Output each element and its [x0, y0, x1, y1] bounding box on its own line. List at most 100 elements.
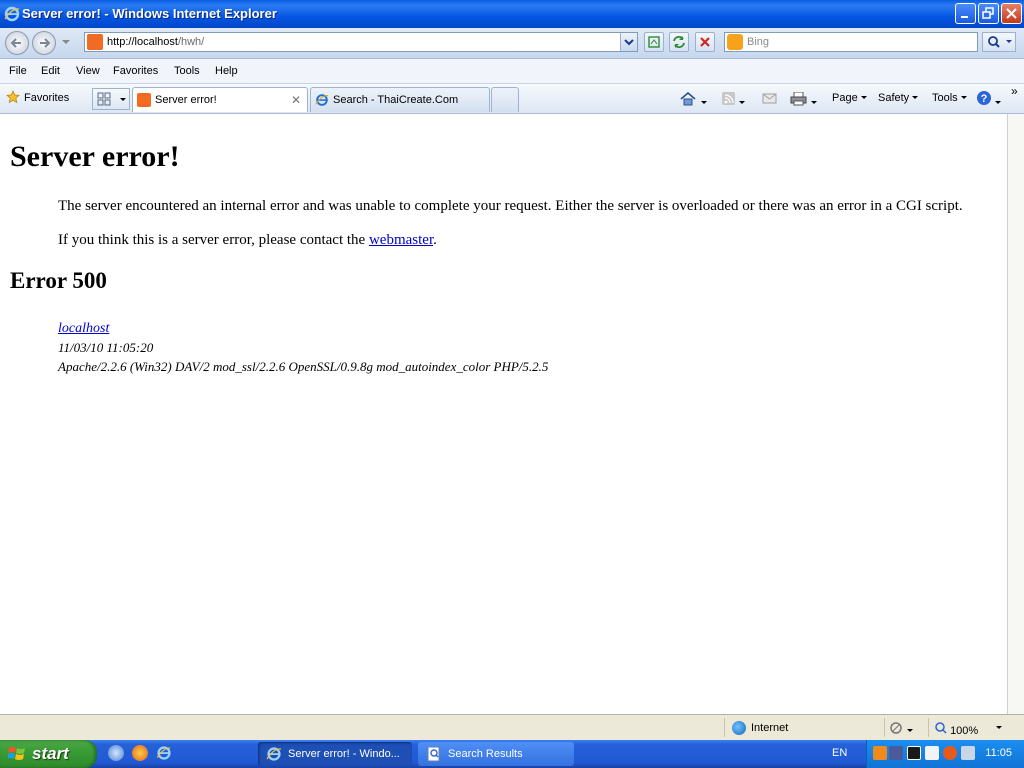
firefox-icon[interactable]	[132, 745, 148, 761]
compatibility-view-button[interactable]	[644, 32, 664, 52]
error-code-heading: Error 500	[10, 268, 107, 293]
restore-icon	[982, 7, 994, 19]
menu-favorites[interactable]: Favorites	[113, 65, 158, 77]
start-label: start	[32, 744, 69, 763]
menu-edit[interactable]: Edit	[41, 65, 60, 77]
close-tab-icon[interactable]: ✕	[291, 93, 301, 107]
tab-label: Search - ThaiCreate.Com	[333, 94, 459, 106]
minimize-button[interactable]	[955, 3, 976, 24]
search-button[interactable]	[982, 32, 1016, 52]
menu-tools[interactable]: Tools	[174, 65, 200, 77]
url-host: http://localhost	[107, 36, 178, 48]
taskbar-item-ie[interactable]: Server error! - Windo...	[258, 742, 412, 766]
page-menu-label: Page	[832, 92, 858, 104]
vertical-scrollbar[interactable]	[1007, 114, 1024, 714]
back-button[interactable]	[5, 31, 29, 55]
tab-server-error[interactable]: Server error! ✕	[132, 87, 308, 112]
status-divider	[884, 718, 885, 737]
address-dropdown-button[interactable]	[620, 33, 637, 51]
search-input[interactable]: Bing	[724, 32, 978, 52]
tools-menu-button[interactable]: Tools	[932, 92, 967, 104]
windows-logo-icon	[8, 747, 25, 760]
xampp-favicon-icon	[87, 34, 103, 50]
taskbar-item-search-results[interactable]: Search Results	[418, 742, 574, 766]
restore-button[interactable]	[978, 3, 999, 24]
internet-explorer-icon	[4, 6, 20, 22]
forward-button[interactable]	[32, 31, 56, 55]
safety-menu-button[interactable]: Safety	[878, 92, 919, 104]
help-icon: ?	[977, 91, 991, 105]
printer-icon	[790, 91, 807, 106]
address-input[interactable]: http://localhost/hwh/	[84, 32, 638, 52]
contact-prefix: If you think this is a server error, ple…	[58, 232, 369, 248]
webmaster-link[interactable]: webmaster	[369, 232, 433, 248]
chevron-down-icon	[860, 96, 867, 99]
stop-icon	[700, 37, 710, 47]
page-heading: Server error!	[10, 140, 180, 173]
address-toolbar: http://localhost/hwh/ Bing	[0, 28, 1024, 59]
chevron-down-icon	[739, 101, 745, 104]
security-zone-label: Internet	[751, 722, 789, 734]
window-titlebar[interactable]: Server error! - Windows Internet Explore…	[0, 0, 1024, 28]
start-button[interactable]: start	[0, 740, 97, 768]
home-button[interactable]	[680, 91, 707, 109]
refresh-icon	[673, 36, 685, 48]
menu-view[interactable]: View	[76, 65, 100, 77]
internet-explorer-icon	[266, 747, 282, 761]
zoom-dropdown[interactable]	[993, 722, 1002, 734]
home-icon	[680, 91, 696, 106]
quick-tabs-button[interactable]	[92, 88, 130, 110]
svg-text:?: ?	[981, 93, 988, 105]
minimize-icon	[961, 16, 968, 18]
search-results-icon	[427, 746, 440, 762]
chevron-down-icon	[996, 726, 1002, 729]
document-tray-icon[interactable]	[925, 746, 939, 760]
traffic-light-tray-icon[interactable]	[907, 746, 921, 760]
status-bar: Internet 100%	[0, 714, 1024, 741]
menu-help[interactable]: Help	[215, 65, 238, 77]
taskbar-item-label: Server error! - Windo...	[288, 748, 400, 760]
read-mail-button[interactable]	[762, 92, 778, 107]
network-tray-icon[interactable]	[889, 746, 903, 760]
help-menu-button[interactable]: ?	[976, 90, 1001, 109]
language-indicator[interactable]: EN	[832, 747, 847, 759]
toolbar-overflow-icon[interactable]: »	[1011, 84, 1018, 98]
search-placeholder: Bing	[747, 36, 770, 48]
favorites-button[interactable]: Favorites	[6, 90, 69, 104]
protected-mode-icon	[890, 722, 902, 734]
taskbar-clock: 11:05	[985, 747, 1012, 759]
stop-button[interactable]	[695, 32, 715, 52]
chevron-down-icon	[995, 101, 1001, 104]
menu-file[interactable]: File	[9, 65, 27, 77]
taskbar-item-label: Search Results	[448, 748, 523, 760]
status-divider	[928, 718, 929, 737]
feeds-button[interactable]	[722, 92, 745, 109]
internet-zone-icon	[732, 721, 746, 735]
protected-mode-button[interactable]	[890, 722, 913, 737]
tab-search-thaicreate[interactable]: Search - ThaiCreate.Com	[310, 87, 490, 112]
localhost-link[interactable]: localhost	[58, 321, 109, 336]
internet-explorer-icon	[315, 94, 329, 106]
server-signature: Apache/2.2.6 (Win32) DAV/2 mod_ssl/2.2.6…	[58, 359, 549, 374]
page-menu-button[interactable]: Page	[832, 92, 867, 104]
new-tab-button[interactable]	[491, 87, 519, 112]
print-button[interactable]	[790, 91, 817, 109]
search-icon	[988, 36, 1012, 48]
address-url: http://localhost/hwh/	[107, 36, 204, 48]
internet-explorer-icon[interactable]	[156, 745, 172, 761]
close-icon	[1006, 8, 1017, 19]
volume-tray-icon[interactable]	[961, 746, 975, 760]
show-desktop-icon[interactable]	[108, 745, 124, 761]
server-address: localhost 11/03/10 11:05:20 Apache/2.2.6…	[58, 318, 548, 376]
recent-pages-dropdown[interactable]	[62, 40, 70, 44]
forward-arrow-icon	[40, 38, 51, 48]
chevron-down-icon	[624, 39, 634, 46]
menu-bar: File Edit View Favorites Tools Help	[0, 59, 1024, 84]
zoom-button[interactable]: 100%	[935, 722, 978, 737]
xampp-tray-icon[interactable]	[873, 746, 887, 760]
refresh-button[interactable]	[669, 32, 689, 52]
mail-icon	[762, 93, 777, 104]
app-tray-icon[interactable]	[943, 746, 957, 760]
error-message: The server encountered an internal error…	[58, 198, 963, 214]
close-window-button[interactable]	[1001, 3, 1022, 24]
